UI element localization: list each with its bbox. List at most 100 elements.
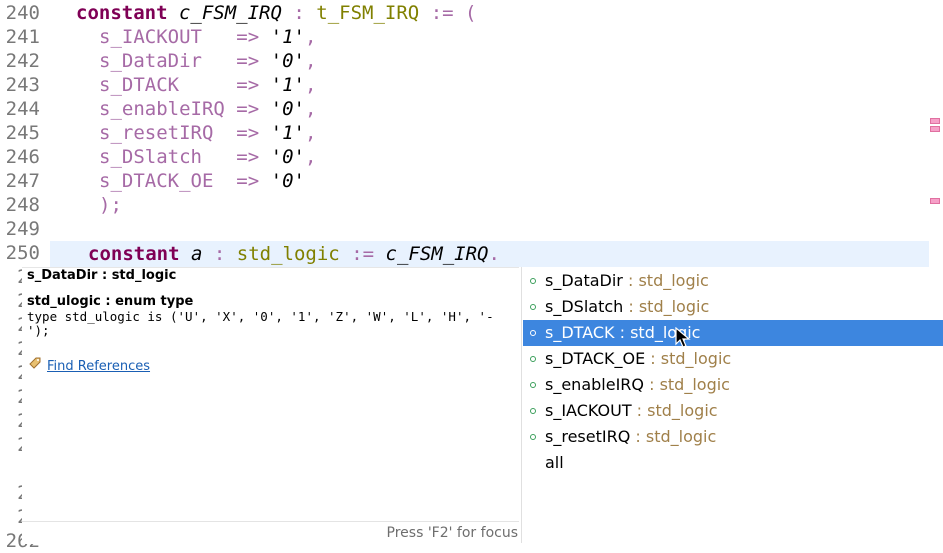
completion-name: s_enableIRQ — [545, 375, 644, 394]
line-number: 240 — [5, 2, 40, 24]
operator: => — [236, 122, 260, 144]
literal: '0' — [270, 98, 305, 120]
line-number: 250 — [5, 242, 40, 264]
code-line-240[interactable]: constant c_FSM_IRQ : t_FSM_IRQ := ( — [76, 1, 476, 25]
code-line-241[interactable]: s_IACKOUT => '1', — [99, 25, 316, 49]
literal: '1' — [270, 26, 305, 48]
overview-ruler-marker[interactable] — [930, 126, 940, 132]
completion-name: s_IACKOUT — [545, 401, 632, 420]
completion-item[interactable]: all — [523, 450, 943, 476]
find-references-link[interactable]: Find References — [28, 356, 150, 374]
line-number: 242 — [5, 50, 40, 72]
hover-info-popup[interactable]: s_DataDir : std_logic std_ulogic : enum … — [22, 267, 519, 544]
completion-item[interactable]: s_enableIRQ : std_logic — [523, 372, 943, 398]
completion-name: s_DTACK_OE — [545, 349, 646, 368]
punctuation: ); — [99, 194, 122, 216]
record-field: s_resetIRQ — [99, 122, 237, 144]
type-name: std_logic — [236, 243, 340, 265]
hover-declaration: type std_ulogic is ('U', 'X', '0', '1', … — [27, 309, 494, 338]
completion-item-selected[interactable]: s_DTACK : std_logic — [523, 320, 943, 346]
completion-type: : std_logic — [644, 375, 730, 394]
identifier: a — [190, 243, 203, 265]
field-icon — [530, 330, 536, 336]
overview-ruler-marker[interactable] — [930, 198, 940, 204]
literal: '0' — [270, 146, 305, 168]
code-line-246[interactable]: s_DSlatch => '0', — [99, 145, 316, 169]
line-number: 246 — [5, 146, 40, 168]
completion-name: s_DSlatch — [545, 297, 624, 316]
literal: '1' — [270, 122, 305, 144]
operator: => — [236, 26, 260, 48]
field-icon — [530, 304, 536, 310]
find-references-label[interactable]: Find References — [47, 359, 150, 374]
field-icon — [530, 382, 536, 388]
operator: : — [213, 243, 226, 265]
code-line-243[interactable]: s_DTACK => '1', — [99, 73, 316, 97]
operator: : — [293, 2, 305, 24]
focus-hint: Press 'F2' for focus — [386, 525, 518, 541]
punctuation: , — [304, 50, 317, 72]
line-number: 247 — [5, 170, 40, 192]
line-number: 241 — [5, 26, 40, 48]
identifier: c_FSM_IRQ — [385, 243, 489, 265]
operator: => — [236, 98, 260, 120]
completion-item[interactable]: s_IACKOUT : std_logic — [523, 398, 943, 424]
punctuation: . — [488, 243, 500, 265]
completion-type: : std_logic — [645, 349, 732, 368]
completion-item[interactable]: s_DataDir : std_logic — [523, 268, 943, 294]
operator: => — [236, 50, 260, 72]
completion-name: s_DataDir — [545, 271, 623, 290]
field-icon — [530, 434, 536, 440]
line-number: 245 — [5, 122, 40, 144]
code-line-244[interactable]: s_enableIRQ => '0', — [99, 97, 316, 121]
code-line-250[interactable]: constant a : std_logic := c_FSM_IRQ. — [88, 242, 500, 266]
literal: '1' — [270, 74, 305, 96]
references-icon — [28, 356, 42, 374]
code-line-248[interactable]: ); — [99, 193, 122, 217]
operator: := ( — [430, 2, 477, 24]
code-line-245[interactable]: s_resetIRQ => '1', — [99, 121, 316, 145]
punctuation: , — [304, 26, 317, 48]
completion-type: : std_logic — [622, 271, 709, 290]
operator: => — [236, 170, 260, 192]
code-line-242[interactable]: s_DataDir => '0', — [99, 49, 316, 73]
literal: '0' — [270, 50, 305, 72]
field-icon — [530, 408, 536, 414]
completion-name: s_resetIRQ — [545, 427, 631, 446]
punctuation: , — [304, 74, 317, 96]
code-line-247[interactable]: s_DTACK_OE => '0' — [99, 169, 305, 193]
operator: => — [236, 74, 260, 96]
hover-footer: Press 'F2' for focus — [22, 521, 519, 545]
line-number: 249 — [5, 218, 40, 240]
completion-item[interactable]: s_DSlatch : std_logic — [523, 294, 943, 320]
type-name: t_FSM_IRQ — [316, 2, 420, 24]
record-field: s_IACKOUT — [99, 26, 237, 48]
field-icon — [530, 278, 536, 284]
punctuation: , — [304, 122, 317, 144]
record-field: s_DTACK — [99, 74, 237, 96]
record-field: s_DSlatch — [99, 146, 237, 168]
completion-name: s_DTACK — [545, 323, 615, 342]
completion-item[interactable]: s_resetIRQ : std_logic — [523, 424, 943, 450]
mouse-cursor-icon — [675, 327, 691, 348]
content-assist-list[interactable]: s_DataDir : std_logic s_DSlatch : std_lo… — [521, 267, 943, 543]
completion-type: : std_logic — [631, 401, 718, 420]
punctuation: , — [304, 146, 317, 168]
completion-type: : std_logic — [623, 297, 710, 316]
record-field: s_DTACK_OE — [99, 170, 237, 192]
record-field: s_enableIRQ — [99, 98, 237, 120]
keyword: constant — [88, 243, 180, 265]
line-number: 248 — [5, 194, 40, 216]
completion-name: all — [545, 453, 564, 472]
operator: := — [351, 243, 375, 265]
hover-title: s_DataDir : std_logic — [27, 268, 177, 283]
line-number: 243 — [5, 74, 40, 96]
operator: => — [236, 146, 260, 168]
completion-item[interactable]: s_DTACK_OE : std_logic — [523, 346, 943, 372]
overview-ruler-marker[interactable] — [930, 118, 940, 124]
literal: '0' — [270, 170, 305, 192]
keyword: constant — [76, 2, 168, 24]
hover-type-heading: std_ulogic : enum type — [27, 294, 194, 309]
punctuation: , — [304, 98, 317, 120]
completion-type: : std_logic — [630, 427, 717, 446]
